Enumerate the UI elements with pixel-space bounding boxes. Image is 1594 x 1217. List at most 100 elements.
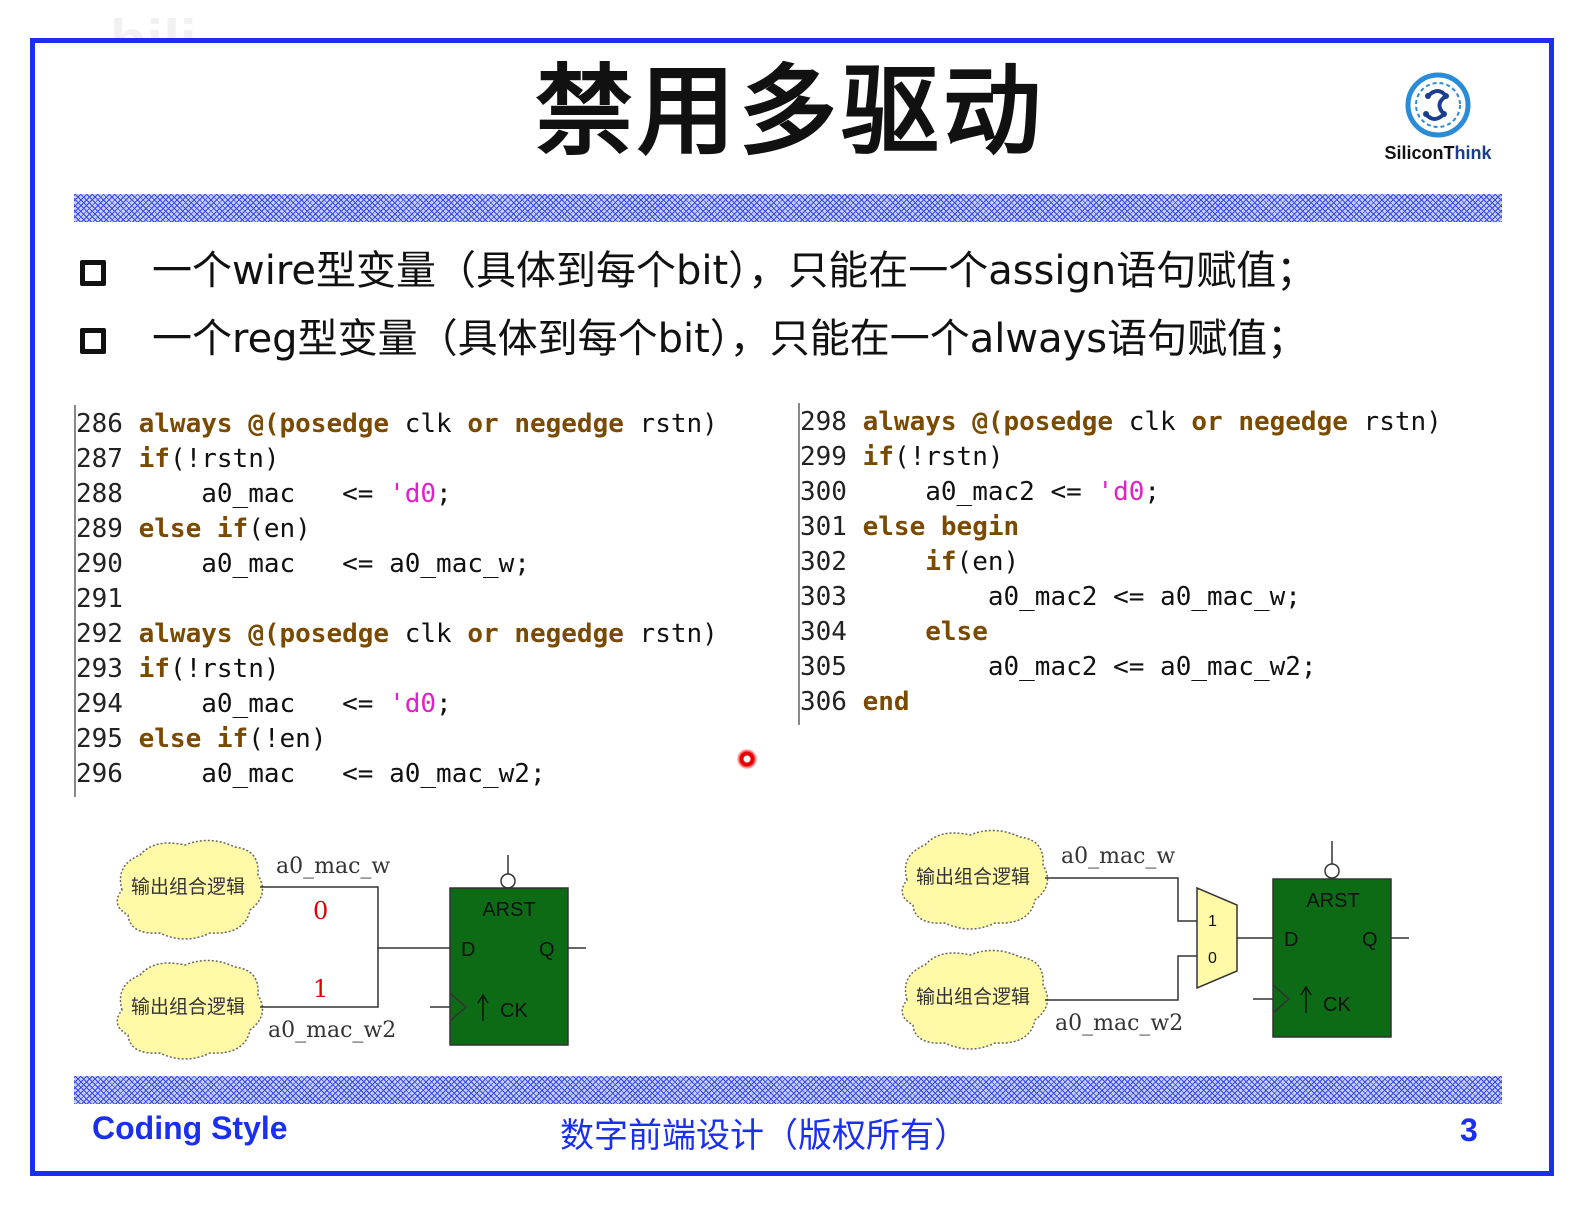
line-number: 289 — [76, 514, 139, 544]
line-number: 300 — [800, 477, 863, 507]
code-block-right: 298 always @(posedge clk or negedge rstn… — [800, 405, 1442, 720]
code-token: a0_mac2 <= — [862, 477, 1098, 507]
code-line: 286 always @(posedge clk or negedge rstn… — [76, 407, 718, 442]
code-token: clk — [389, 409, 468, 439]
code-token: rstn) — [623, 619, 718, 649]
cloud-bottom: 输出组合逻辑 — [901, 949, 1049, 1050]
cloud-top: 输出组合逻辑 — [116, 839, 264, 940]
code-token: else if — [138, 724, 249, 754]
bullet-wire: 一个wire型变量（具体到每个bit），只能在一个assign语句赋值； — [80, 245, 1316, 297]
wire-label-a0-mac-w: a0_mac_w — [276, 854, 390, 879]
logo-wordmark: SiliconThink — [1384, 143, 1492, 163]
code-token: or negedge — [467, 619, 624, 649]
line-number: 291 — [76, 584, 123, 614]
ff-ck-label: CK — [500, 1000, 528, 1022]
code-line: 292 always @(posedge clk or negedge rstn… — [76, 617, 718, 652]
bullet-reg-text: 一个reg型变量（具体到每个bit），只能在一个always语句赋值； — [152, 316, 1308, 362]
code-line: 305 a0_mac2 <= a0_mac_w2; — [800, 650, 1442, 685]
code-token: always @(posedge — [862, 407, 1114, 437]
drive-value-0: 0 — [313, 897, 328, 925]
wire-label-a0-mac-w: a0_mac_w — [1061, 844, 1175, 869]
mux-input-0-label: 0 — [1208, 950, 1217, 967]
code-token: a0_mac <= — [138, 689, 390, 719]
line-number: 286 — [76, 409, 139, 439]
code-line: 303 a0_mac2 <= a0_mac_w; — [800, 580, 1442, 615]
code-token: 'd0 — [1097, 477, 1145, 507]
code-token: rstn) — [1347, 407, 1442, 437]
line-number: 294 — [76, 689, 139, 719]
code-token: (en) — [248, 514, 311, 544]
code-token: 'd0 — [389, 479, 437, 509]
line-number: 305 — [800, 652, 863, 682]
line-number: 287 — [76, 444, 139, 474]
cloud-bottom-label: 输出组合逻辑 — [916, 986, 1030, 1008]
bullet-wire-text: 一个wire型变量（具体到每个bit），只能在一个assign语句赋值； — [152, 248, 1317, 294]
code-line: 302 if(en) — [800, 545, 1442, 580]
code-token: a0_mac <= a0_mac_w2; — [138, 759, 546, 789]
code-line: 299 if(!rstn) — [800, 440, 1442, 475]
code-token: always @(posedge — [138, 619, 390, 649]
code-token: ; — [1144, 477, 1161, 507]
code-token: 'd0 — [389, 689, 437, 719]
footer-coding-style: Coding Style — [92, 1110, 288, 1146]
mux: 1 0 — [1196, 886, 1238, 990]
line-number: 296 — [76, 759, 139, 789]
page-number: 3 — [1460, 1112, 1478, 1148]
code-token: or negedge — [467, 409, 624, 439]
bottom-hatched-band — [74, 1076, 1502, 1104]
flip-flop: ARST D Q CK — [1253, 841, 1409, 1038]
code-token: else if — [138, 514, 249, 544]
ff-q-label: Q — [539, 939, 555, 961]
line-number: 292 — [76, 619, 139, 649]
code-token: a0_mac <= — [138, 479, 390, 509]
code-token: if — [862, 547, 957, 577]
code-token: if — [862, 442, 894, 472]
cloud-top: 输出组合逻辑 — [901, 829, 1049, 930]
code-token: else — [862, 617, 988, 647]
cloud-bottom: 输出组合逻辑 — [116, 959, 264, 1060]
code-token: (!en) — [248, 724, 327, 754]
code-line: 300 a0_mac2 <= 'd0; — [800, 475, 1442, 510]
code-line: 296 a0_mac <= a0_mac_w2; — [76, 757, 718, 792]
code-line: 291 — [76, 582, 718, 617]
line-number: 290 — [76, 549, 139, 579]
flip-flop: ARST D Q CK — [430, 855, 586, 1046]
checkbox-square-icon — [80, 328, 106, 354]
code-token: a0_mac <= a0_mac_w; — [138, 549, 530, 579]
code-token: a0_mac2 <= a0_mac_w; — [862, 582, 1301, 612]
code-line: 306 end — [800, 685, 1442, 720]
code-block-left: 286 always @(posedge clk or negedge rstn… — [76, 407, 718, 792]
ff-q-label: Q — [1362, 929, 1378, 951]
code-token: or negedge — [1191, 407, 1348, 437]
code-token: else begin — [862, 512, 1020, 542]
line-number: 298 — [800, 407, 863, 437]
slide-title: 禁用多驱动 — [534, 54, 1045, 169]
code-token: a0_mac2 <= a0_mac_w2; — [862, 652, 1317, 682]
code-token: ; — [436, 479, 452, 509]
wire-label-a0-mac-w2: a0_mac_w2 — [1055, 1011, 1183, 1036]
ff-d-label: D — [1284, 929, 1298, 951]
cloud-top-label: 输出组合逻辑 — [131, 876, 245, 898]
code-token: (!rstn) — [169, 654, 280, 684]
footer-course-title: 数字前端设计（版权所有） — [560, 1116, 968, 1156]
line-number: 299 — [800, 442, 863, 472]
code-token: clk — [389, 619, 468, 649]
code-token: rstn) — [623, 409, 718, 439]
code-line: 293 if(!rstn) — [76, 652, 718, 687]
ff-d-label: D — [461, 939, 475, 961]
code-token: (!rstn) — [893, 442, 1004, 472]
code-line: 298 always @(posedge clk or negedge rstn… — [800, 405, 1442, 440]
code-token: always @(posedge — [138, 409, 390, 439]
drive-value-1: 1 — [313, 975, 328, 1003]
line-number: 303 — [800, 582, 863, 612]
cloud-top-label: 输出组合逻辑 — [916, 866, 1030, 888]
line-number: 293 — [76, 654, 139, 684]
line-number: 306 — [800, 687, 863, 717]
code-token: end — [862, 687, 910, 717]
code-token: if — [138, 654, 170, 684]
ff-ck-label: CK — [1323, 994, 1351, 1016]
code-line: 304 else — [800, 615, 1442, 650]
code-line: 289 else if(en) — [76, 512, 718, 547]
laser-pointer-dot — [737, 749, 757, 769]
ff-arst-label: ARST — [482, 899, 535, 921]
